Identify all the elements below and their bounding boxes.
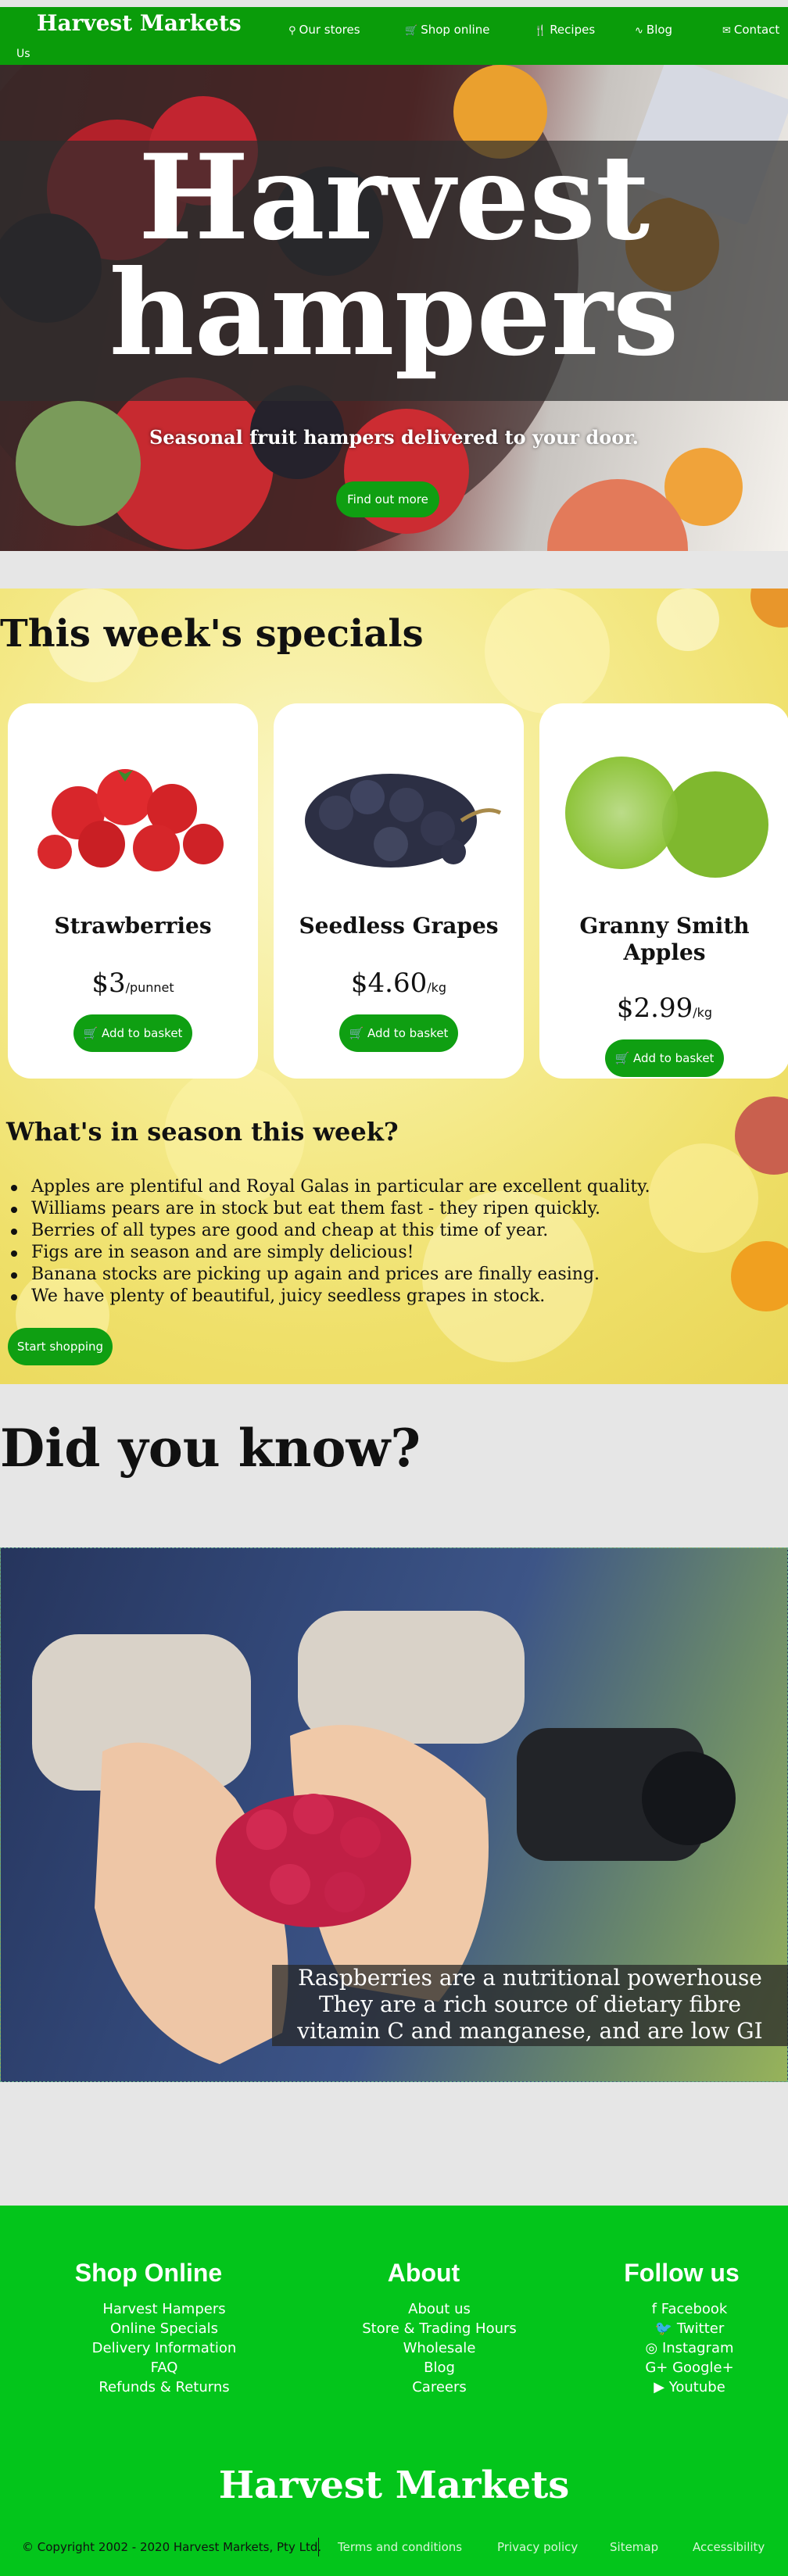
did-you-know-heading: Did you know? xyxy=(0,1418,421,1479)
apples-image xyxy=(565,757,768,878)
product-card-apples: Granny Smith Apples $2.99/kg 🛒 Add to ba… xyxy=(539,703,788,1079)
footer-link[interactable]: Wholesale xyxy=(322,2338,557,2358)
start-shopping-button[interactable]: Start shopping xyxy=(8,1328,113,1365)
basket-icon: 🛒 xyxy=(349,1026,367,1040)
footer-link[interactable]: About us xyxy=(322,2299,557,2319)
accessibility-link[interactable]: Accessibility xyxy=(693,2540,765,2554)
cutlery-icon: 🍴 xyxy=(534,25,547,37)
footer-divider xyxy=(318,2538,319,2556)
product-card-grapes: Seedless Grapes $4.60/kg 🛒 Add to basket xyxy=(274,703,524,1079)
nav-our-stores[interactable]: ⚲ Our stores xyxy=(288,23,360,38)
list-item: Williams pears are in stock but eat them… xyxy=(11,1198,650,1220)
rss-icon: ∿ xyxy=(635,25,643,37)
footer-link[interactable]: Online Specials xyxy=(47,2319,281,2338)
facebook-icon: f xyxy=(651,2301,657,2317)
list-item: We have plenty of beautiful, juicy seedl… xyxy=(11,1286,650,1308)
hero-subtitle: Seasonal fruit hampers delivered to your… xyxy=(149,426,639,449)
nav-shop-online[interactable]: 🛒 Shop online xyxy=(405,23,489,38)
footer-social-twitter[interactable]: 🐦 Twitter xyxy=(619,2319,760,2338)
footer-social-google-plus[interactable]: G+ Google+ xyxy=(619,2358,760,2377)
season-heading: What's in season this week? xyxy=(6,1117,399,1147)
footer-about-list: About us Store & Trading Hours Wholesale… xyxy=(322,2299,557,2397)
product-price: $3/punnet xyxy=(91,968,174,999)
brand-logo[interactable]: Harvest Markets xyxy=(37,10,242,45)
add-to-basket-button[interactable]: 🛒 Add to basket xyxy=(339,1014,458,1052)
footer-link[interactable]: Refunds & Returns xyxy=(47,2377,281,2397)
specials-heading: This week's specials xyxy=(0,612,424,656)
footer-follow-list: f Facebook 🐦 Twitter ◎ Instagram G+ Goog… xyxy=(619,2299,760,2397)
footer-link[interactable]: Harvest Hampers xyxy=(47,2299,281,2319)
list-item: Banana stocks are picking up again and p… xyxy=(11,1264,650,1286)
footer-link[interactable]: Store & Trading Hours xyxy=(322,2319,557,2338)
strawberries-image xyxy=(38,769,224,871)
footer-about-heading: About xyxy=(387,2259,460,2287)
terms-link[interactable]: Terms and conditions xyxy=(338,2540,462,2554)
footer-social-instagram[interactable]: ◎ Instagram xyxy=(619,2338,760,2358)
footer-shop-heading: Shop Online xyxy=(74,2259,223,2287)
footer-social-youtube[interactable]: ▶ Youtube xyxy=(619,2377,760,2397)
instagram-icon: ◎ xyxy=(645,2340,658,2356)
footer-shop-list: Harvest Hampers Online Specials Delivery… xyxy=(47,2299,281,2397)
nav-blog[interactable]: ∿ Blog xyxy=(635,23,672,38)
add-to-basket-button[interactable]: 🛒 Add to basket xyxy=(73,1014,192,1052)
top-navbar: Harvest Markets ⚲ Our stores 🛒 Shop online… xyxy=(0,7,788,65)
list-item: Berries of all types are good and cheap … xyxy=(11,1220,650,1242)
site-footer: Shop Online Harvest Hampers Online Speci… xyxy=(0,2206,788,2576)
product-name: Granny Smith Apples xyxy=(579,913,750,965)
youtube-icon: ▶ xyxy=(654,2379,665,2395)
nav-recipes[interactable]: 🍴 Recipes xyxy=(534,23,595,38)
sitemap-link[interactable]: Sitemap xyxy=(610,2540,658,2554)
privacy-link[interactable]: Privacy policy xyxy=(497,2540,578,2554)
product-price: $2.99/kg xyxy=(616,993,713,1024)
footer-link[interactable]: Delivery Information xyxy=(47,2338,281,2358)
find-out-more-button[interactable]: Find out more xyxy=(336,481,439,517)
map-marker-icon: ⚲ xyxy=(288,25,296,37)
product-card-strawberries: Strawberries $3/punnet 🛒 Add to basket xyxy=(8,703,258,1079)
season-list: Apples are plentiful and Royal Galas in … xyxy=(11,1176,650,1308)
twitter-icon: 🐦 xyxy=(654,2320,673,2337)
footer-link[interactable]: FAQ xyxy=(47,2358,281,2377)
basket-icon: 🛒 xyxy=(614,1051,633,1065)
footer-social-facebook[interactable]: f Facebook xyxy=(619,2299,760,2319)
add-to-basket-button[interactable]: 🛒 Add to basket xyxy=(605,1039,724,1077)
list-item: Apples are plentiful and Royal Galas in … xyxy=(11,1177,650,1197)
basket-icon: 🛒 xyxy=(83,1026,102,1040)
nav-contact-wrap[interactable]: Us xyxy=(16,48,30,62)
footer-link[interactable]: Careers xyxy=(322,2377,557,2397)
basket-icon: 🛒 xyxy=(405,25,418,37)
copyright-text: © Copyright 2002 - 2020 Harvest Markets,… xyxy=(22,2540,322,2554)
product-name: Strawberries xyxy=(54,913,212,939)
product-price: $4.60/kg xyxy=(350,968,447,999)
envelope-icon: ✉ xyxy=(722,25,731,37)
nav-contact[interactable]: ✉ Contact xyxy=(722,23,779,38)
hero-banner: Harvest hampers Seasonal fruit hampers d… xyxy=(0,65,788,551)
product-name: Seedless Grapes xyxy=(299,913,499,939)
footer-brand: Harvest Markets xyxy=(218,2463,570,2507)
footer-follow-heading: Follow us xyxy=(624,2259,740,2287)
hero-title: Harvest hampers xyxy=(109,129,679,382)
did-you-know-caption: Raspberries are a nutritional powerhouse… xyxy=(272,1965,788,2046)
grapes-image xyxy=(305,774,502,868)
specials-section: This week's specials Strawberries $3/pun… xyxy=(0,589,788,1384)
google-plus-icon: G+ xyxy=(645,2360,668,2376)
list-item: Figs are in season and are simply delici… xyxy=(11,1242,650,1264)
footer-link[interactable]: Blog xyxy=(322,2358,557,2377)
